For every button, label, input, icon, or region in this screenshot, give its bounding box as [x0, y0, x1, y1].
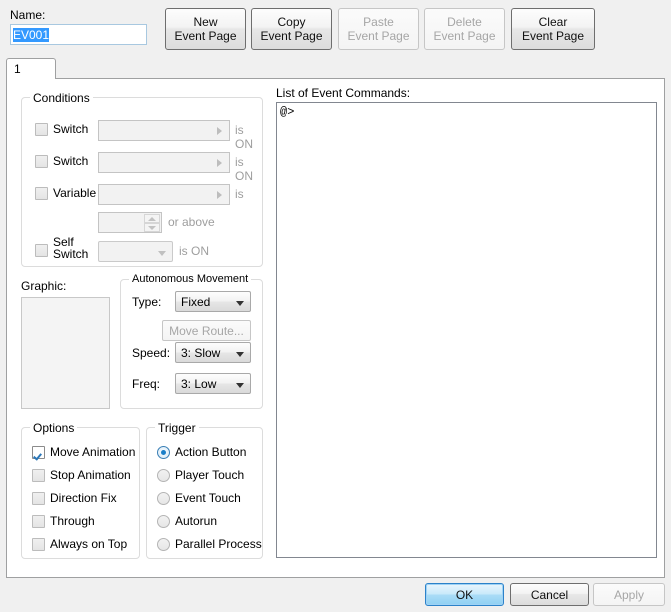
condition-switch2-suffix: is ON	[235, 155, 253, 183]
condition-selfswitch-checkbox[interactable]	[35, 244, 48, 257]
trigger-parallel-process-radio[interactable]	[157, 538, 170, 551]
trigger-parallel-process-label: Parallel Process	[175, 537, 262, 551]
event-commands-label: List of Event Commands:	[276, 86, 411, 100]
switch2-browse-icon	[211, 154, 228, 171]
condition-switch2-picker	[98, 152, 230, 173]
trigger-event-touch-radio[interactable]	[157, 492, 170, 505]
delete-event-page-button: Delete Event Page	[424, 8, 505, 50]
trigger-player-touch-label: Player Touch	[175, 468, 245, 482]
tab-page-1[interactable]: 1	[6, 58, 56, 79]
option-always-on-top-label: Always on Top	[50, 537, 128, 551]
option-always-on-top-checkbox[interactable]	[32, 538, 45, 551]
option-move-animation-checkbox[interactable]	[32, 446, 45, 459]
autonomous-movement-group: Autonomous Movement Type: Fixed Move Rou…	[120, 273, 263, 409]
paste-event-page-button: Paste Event Page	[338, 8, 419, 50]
ok-button[interactable]: OK	[425, 583, 504, 606]
spinner-down-icon[interactable]	[144, 223, 160, 232]
move-route-button: Move Route...	[162, 320, 251, 341]
trigger-player-touch-radio[interactable]	[157, 469, 170, 482]
trigger-legend: Trigger	[155, 421, 199, 435]
trigger-autorun-radio[interactable]	[157, 515, 170, 528]
options-legend: Options	[30, 421, 78, 435]
condition-variable-orabove-label: or above	[168, 215, 215, 229]
name-label: Name:	[10, 8, 46, 22]
chevron-down-icon	[158, 251, 166, 256]
chevron-down-icon	[236, 352, 244, 357]
trigger-action-button-radio[interactable]	[157, 446, 170, 459]
movement-type-combo[interactable]: Fixed	[175, 291, 251, 312]
option-stop-animation-label: Stop Animation	[50, 468, 131, 482]
condition-variable-checkbox[interactable]	[35, 187, 48, 200]
graphic-label: Graphic:	[21, 279, 67, 293]
clear-event-page-button[interactable]: Clear Event Page	[511, 8, 595, 50]
event-page-tab-strip: 1	[6, 58, 665, 79]
condition-switch1-checkbox[interactable]	[35, 123, 48, 136]
condition-switch1-picker	[98, 120, 230, 141]
condition-variable-suffix: is	[235, 187, 244, 201]
condition-variable-label: Variable	[53, 186, 97, 200]
condition-selfswitch-combo	[98, 241, 173, 262]
movement-speed-label: Speed:	[132, 346, 171, 360]
option-direction-fix-label: Direction Fix	[50, 491, 117, 505]
chevron-down-icon	[236, 301, 244, 306]
movement-freq-value: 3: Low	[181, 377, 217, 391]
trigger-group: Trigger Action Button Player Touch Event…	[146, 421, 263, 559]
trigger-autorun-label: Autorun	[175, 514, 218, 528]
condition-selfswitch-label: Self Switch	[53, 235, 89, 261]
condition-switch2-checkbox[interactable]	[35, 155, 48, 168]
movement-type-label: Type:	[132, 295, 162, 309]
event-command-item[interactable]: @>	[277, 103, 656, 121]
movement-speed-combo[interactable]: 3: Slow	[175, 342, 251, 363]
option-through-label: Through	[50, 514, 95, 528]
movement-freq-label: Freq:	[132, 377, 161, 391]
condition-variable-picker	[98, 184, 230, 205]
graphic-preview[interactable]	[21, 297, 110, 409]
option-direction-fix-checkbox[interactable]	[32, 492, 45, 505]
movement-type-value: Fixed	[181, 295, 211, 309]
option-through-checkbox[interactable]	[32, 515, 45, 528]
new-event-page-button[interactable]: New Event Page	[165, 8, 246, 50]
condition-switch1-label: Switch	[53, 122, 89, 136]
option-move-animation-label: Move Animation	[50, 445, 136, 459]
apply-button: Apply	[593, 583, 665, 606]
options-group: Options Move Animation Stop Animation Di…	[21, 421, 140, 559]
variable-browse-icon	[211, 186, 228, 203]
trigger-action-button-label: Action Button	[175, 445, 247, 459]
movement-speed-value: 3: Slow	[181, 346, 221, 360]
condition-selfswitch-suffix: is ON	[179, 244, 209, 258]
copy-event-page-button[interactable]: Copy Event Page	[251, 8, 332, 50]
autonomous-movement-legend: Autonomous Movement	[129, 273, 252, 285]
movement-freq-combo[interactable]: 3: Low	[175, 373, 251, 394]
condition-variable-value-spinner[interactable]	[98, 212, 162, 233]
event-name-input[interactable]	[10, 24, 147, 45]
option-stop-animation-checkbox[interactable]	[32, 469, 45, 482]
trigger-event-touch-label: Event Touch	[175, 491, 241, 505]
chevron-down-icon	[236, 383, 244, 388]
conditions-group: Conditions Switch is ON Switch is ON Var…	[21, 91, 263, 267]
event-page-panel: Conditions Switch is ON Switch is ON Var…	[6, 78, 665, 578]
switch1-browse-icon	[211, 122, 228, 139]
condition-switch1-suffix: is ON	[235, 123, 253, 151]
spinner-up-icon[interactable]	[144, 214, 160, 223]
cancel-button[interactable]: Cancel	[510, 583, 589, 606]
condition-switch2-label: Switch	[53, 154, 89, 168]
event-commands-list[interactable]: @>	[276, 102, 657, 558]
conditions-legend: Conditions	[30, 91, 93, 105]
